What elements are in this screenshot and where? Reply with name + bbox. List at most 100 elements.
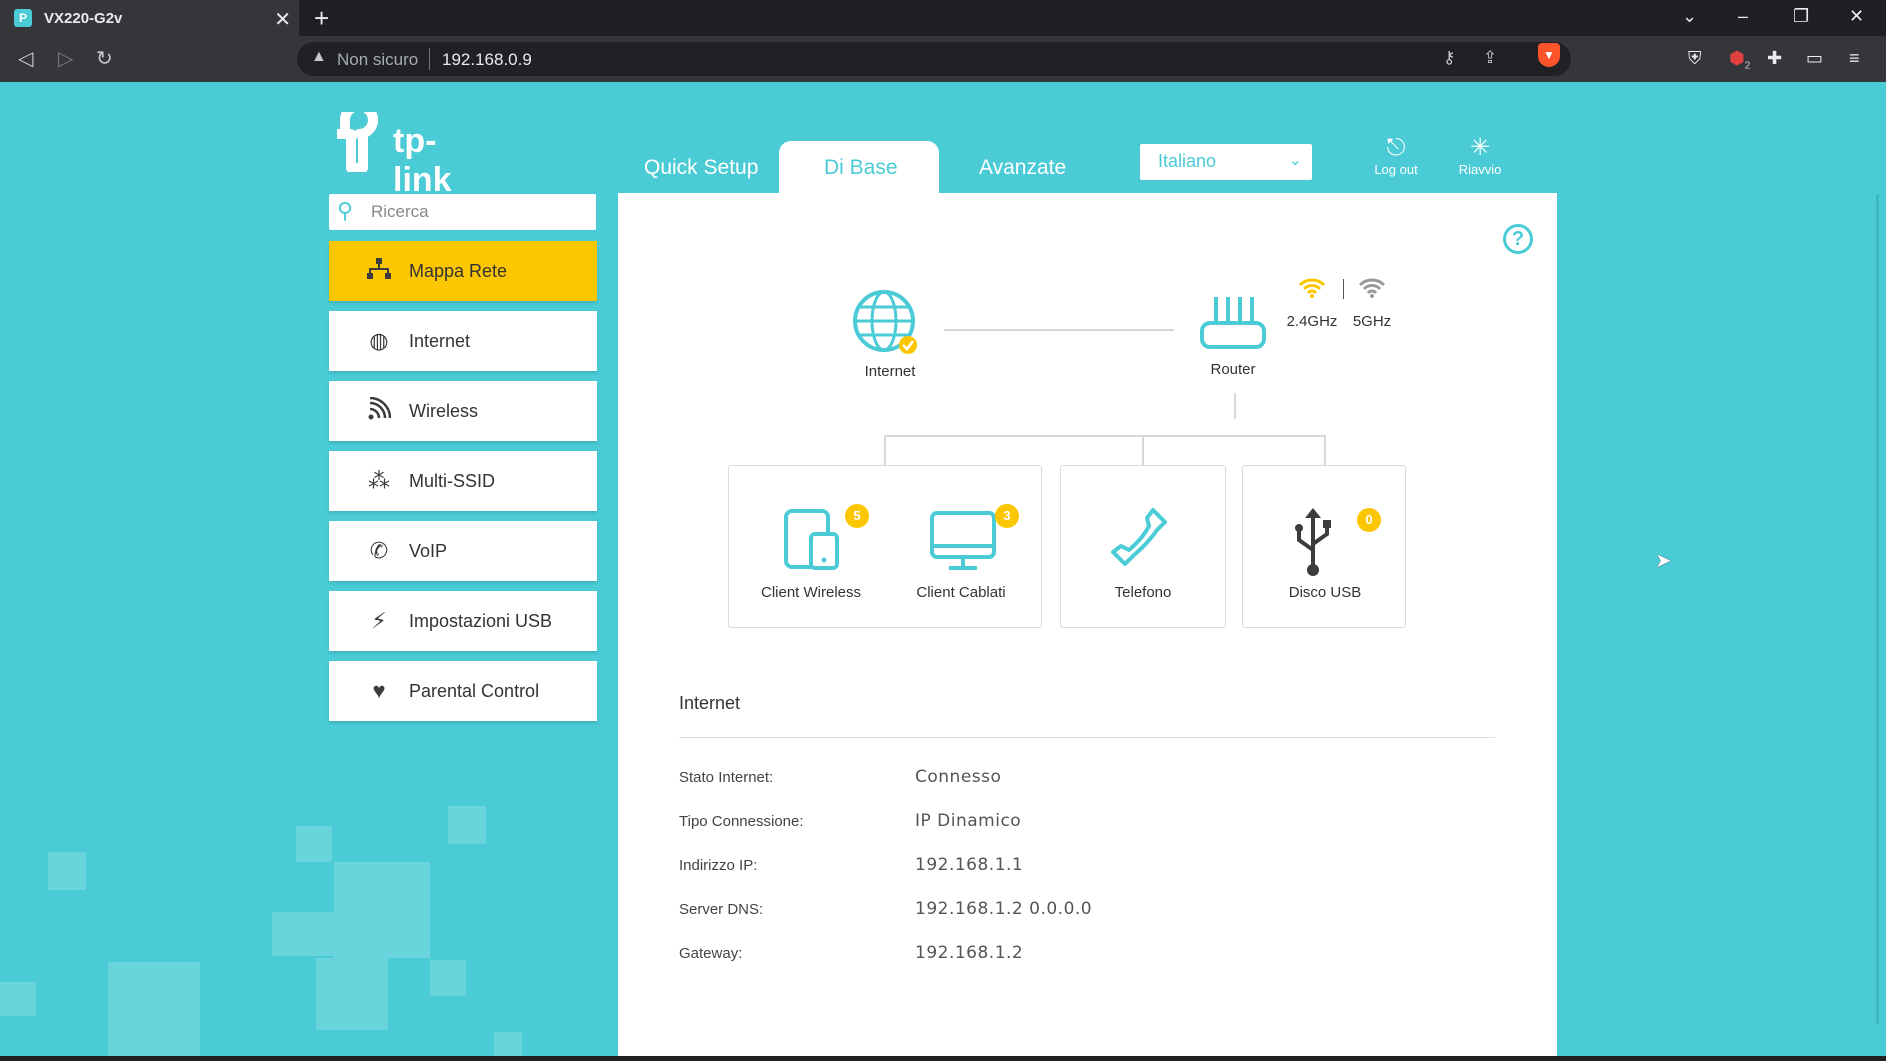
wifi-icon <box>365 396 393 425</box>
info-value: 192.168.1.2 0.0.0.0 <box>915 899 1093 919</box>
info-row-indirizzo-ip: Indirizzo IP: 192.168.1.1 <box>679 853 1499 877</box>
info-value: Connesso <box>915 767 1002 787</box>
info-row-gateway: Gateway: 192.168.1.2 <box>679 941 1499 965</box>
sidebar-item-wireless[interactable]: Wireless <box>329 381 597 441</box>
router-node-label: Router <box>1210 361 1256 378</box>
key-icon[interactable]: ⚷ <box>1443 48 1455 68</box>
page-scrollbar[interactable] <box>1876 194 1879 1024</box>
internet-router-line <box>944 329 1174 331</box>
sidebar-item-parental-control[interactable]: ♥ Parental Control <box>329 661 597 721</box>
decor-square <box>0 982 36 1016</box>
info-key: Stato Internet: <box>679 769 774 786</box>
close-tab-icon[interactable]: ✕ <box>274 7 291 32</box>
bitwarden-icon[interactable]: ⛨ <box>1688 48 1702 69</box>
language-value: Italiano <box>1158 151 1217 171</box>
new-tab-icon[interactable]: + <box>314 3 329 34</box>
clients-card: 5 Client Wireless 3 Client Cablati <box>728 465 1042 628</box>
wifi-5ghz-icon[interactable] <box>1358 277 1386 304</box>
brave-shield-icon[interactable]: ▼ <box>1538 43 1560 67</box>
reboot-icon: ✳ <box>1469 134 1491 161</box>
reload-icon[interactable]: ↻ <box>96 46 113 71</box>
address-bar[interactable]: ▲ Non sicuro 192.168.0.9 ⚷ ⇪ <box>297 42 1571 76</box>
sidebar-item-voip[interactable]: ✆ VoIP <box>329 521 597 581</box>
tab-avanzate[interactable]: Avanzate <box>979 156 1066 180</box>
info-key: Indirizzo IP: <box>679 857 758 874</box>
usb-disk-card[interactable]: 0 Disco USB <box>1242 465 1406 628</box>
window-close-icon[interactable]: ✕ <box>1849 6 1864 27</box>
menu-icon[interactable]: ≡ <box>1849 48 1860 69</box>
logout-icon: ⎋ <box>1386 134 1406 161</box>
logout-label: Log out <box>1374 162 1418 177</box>
wifi-24ghz-icon[interactable] <box>1298 277 1326 305</box>
band-separator <box>1343 279 1344 299</box>
reboot-button[interactable]: ✳ Riavvio <box>1445 134 1515 177</box>
wireless-client-count-badge: 5 <box>845 504 869 528</box>
decor-square <box>334 862 430 958</box>
band-5ghz-label: 5GHz <box>1352 313 1392 330</box>
reboot-label: Riavvio <box>1458 162 1502 177</box>
internet-globe-icon[interactable] <box>852 289 922 359</box>
tab-search-chevron-icon[interactable]: ⌄ <box>1682 6 1697 27</box>
branch-line <box>884 435 1326 437</box>
internet-section-title: Internet <box>679 693 741 713</box>
sidebar-item-impostazioni-usb[interactable]: ⚡ Impostazioni USB <box>329 591 597 651</box>
usb-disk-label: Disco USB <box>1288 584 1362 601</box>
network-map-icon <box>365 257 393 285</box>
forward-icon[interactable]: ▷ <box>58 46 73 71</box>
tab-quick-setup[interactable]: Quick Setup <box>644 156 758 180</box>
url-text[interactable]: 192.168.0.9 <box>442 50 532 70</box>
info-key: Gateway: <box>679 945 743 962</box>
logout-button[interactable]: ⎋ Log out <box>1361 134 1431 177</box>
main-content: ? Internet Router 2.4GHz 5GHz 5 Client W… <box>618 193 1557 1061</box>
ublock-icon[interactable]: ⬢2 <box>1729 48 1750 72</box>
back-icon[interactable]: ◁ <box>18 46 33 71</box>
info-key: Server DNS: <box>679 901 764 918</box>
address-separator <box>429 48 430 70</box>
warning-icon[interactable]: ▲ <box>311 48 327 66</box>
decor-square <box>448 806 486 844</box>
sidebar-item-mappa-rete[interactable]: Mappa Rete <box>329 241 597 301</box>
phone-card[interactable]: Telefono <box>1060 465 1226 628</box>
sidebar-item-label: Mappa Rete <box>409 261 508 281</box>
wireless-client-label: Client Wireless <box>760 584 862 601</box>
sidebar-item-label: Parental Control <box>409 681 540 701</box>
sidebar-item-internet[interactable]: ◍ Internet <box>329 311 597 371</box>
sidebar-item-multi-ssid[interactable]: ⁂ Multi-SSID <box>329 451 597 511</box>
branch-left-line <box>884 435 886 467</box>
search-icon[interactable]: ⚲ <box>337 198 353 224</box>
wallet-icon[interactable]: ▭ <box>1806 48 1823 69</box>
router-admin-page: tp-link Quick Setup Di Base Avanzate Ita… <box>0 82 1886 1061</box>
minimize-icon[interactable]: – <box>1738 6 1748 27</box>
tab-di-base[interactable]: Di Base <box>779 141 939 193</box>
info-row-stato-internet: Stato Internet: Connesso <box>679 765 1499 789</box>
mouse-cursor-icon: ➤ <box>1655 550 1672 572</box>
extensions-icon[interactable]: ✚ <box>1767 48 1782 69</box>
sidebar-item-label: Internet <box>409 331 471 351</box>
tab-di-base-label: Di Base <box>824 156 898 179</box>
info-key: Tipo Connessione: <box>679 813 804 830</box>
decor-square <box>272 912 334 956</box>
bottom-edge <box>0 1056 1886 1061</box>
router-icon[interactable] <box>1198 293 1268 353</box>
search-input[interactable] <box>371 198 586 226</box>
wired-client-icon[interactable] <box>929 510 999 572</box>
phone-icon: ✆ <box>369 538 389 563</box>
usb-disk-icon <box>1295 508 1331 576</box>
wired-client-label: Client Cablati <box>916 584 1006 601</box>
help-icon[interactable]: ? <box>1503 224 1533 254</box>
share-icon[interactable]: ⇪ <box>1483 48 1497 68</box>
decor-square <box>296 826 332 862</box>
security-label[interactable]: Non sicuro <box>337 50 418 70</box>
logo-text: tp-link <box>393 122 452 199</box>
sidebar-item-label: Impostazioni USB <box>409 611 553 631</box>
section-divider <box>679 737 1495 738</box>
usb-disk-count-badge: 0 <box>1357 508 1381 532</box>
restore-icon[interactable]: ❐ <box>1793 6 1809 27</box>
browser-tab[interactable]: P VX220-G2v ✕ <box>0 0 299 36</box>
wireless-client-icon[interactable] <box>783 508 843 572</box>
info-value: 192.168.1.1 <box>915 855 1024 875</box>
language-select[interactable]: Italiano ⌄ <box>1140 144 1312 180</box>
wired-client-count-badge: 3 <box>995 504 1019 528</box>
sidebar-item-label: Wireless <box>409 401 479 421</box>
decor-square <box>48 852 86 890</box>
